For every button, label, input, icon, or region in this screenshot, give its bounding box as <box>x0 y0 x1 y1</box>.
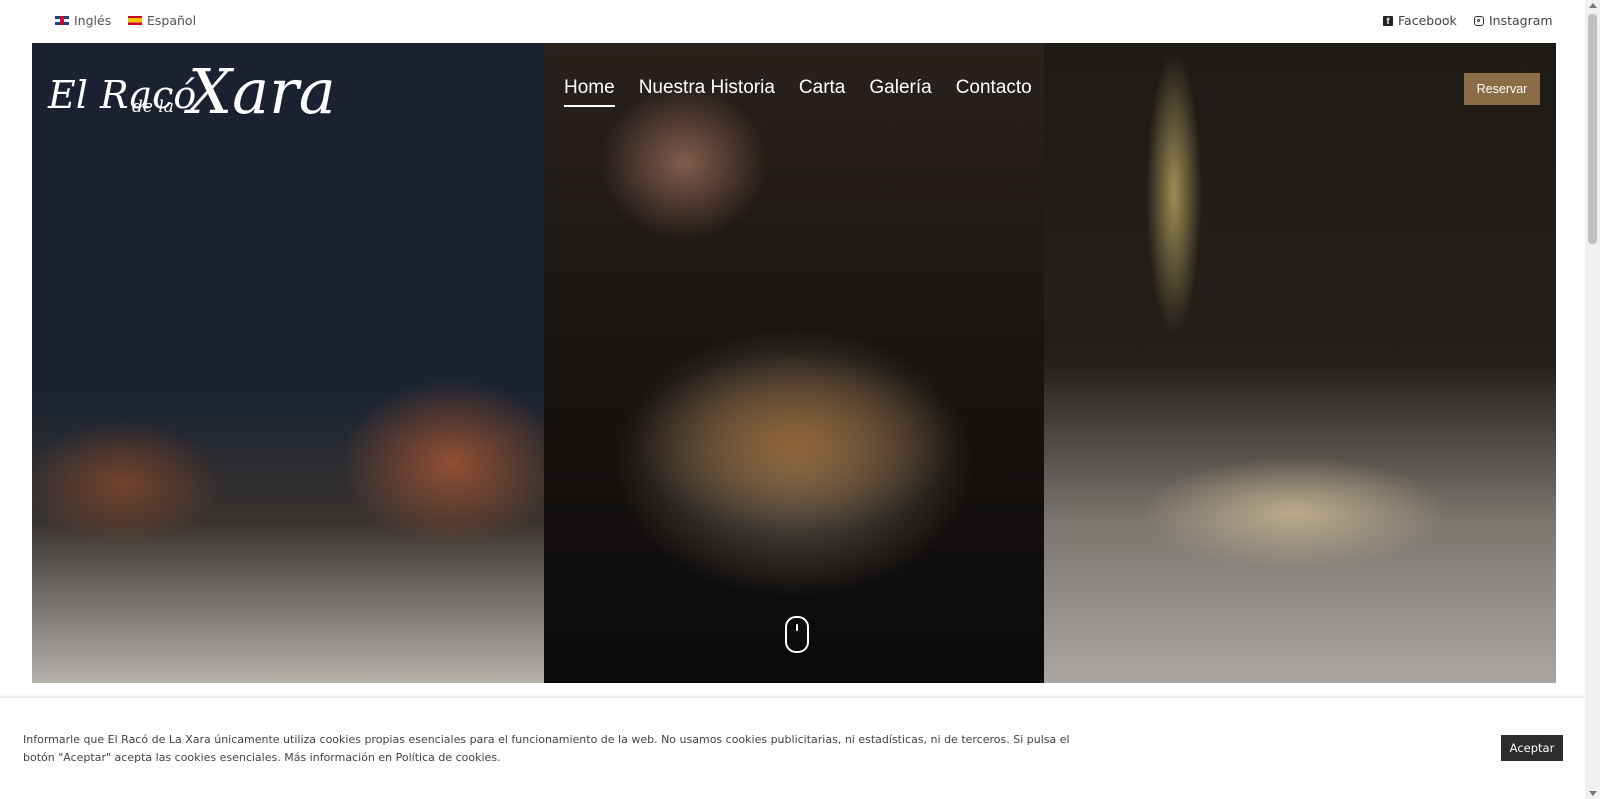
accept-cookies-button[interactable]: Aceptar <box>1501 735 1563 761</box>
reserve-button[interactable]: Reservar <box>1464 73 1540 105</box>
language-spanish-link[interactable]: Español <box>128 13 196 28</box>
scroll-up-arrow-icon[interactable] <box>1589 3 1597 8</box>
facebook-icon: f <box>1383 15 1393 26</box>
language-spanish-label: Español <box>147 13 197 28</box>
hero-image-sauce-pour <box>1044 43 1556 683</box>
hero-image-ham-carving <box>32 43 544 683</box>
instagram-icon <box>1474 15 1484 26</box>
nav-item-contacto[interactable]: Contacto <box>956 77 1032 107</box>
instagram-link[interactable]: Instagram <box>1474 13 1553 28</box>
logo-text-el-raco: El Racó <box>48 73 197 117</box>
hero-image-plated-dish <box>544 43 1044 683</box>
scroll-thumb[interactable] <box>1588 14 1597 244</box>
uk-flag-icon <box>55 16 69 25</box>
instagram-label: Instagram <box>1489 13 1553 28</box>
nav-item-home[interactable]: Home <box>564 77 615 107</box>
scroll-down-mouse-icon[interactable] <box>785 616 809 653</box>
spain-flag-icon <box>128 16 142 25</box>
top-bar: Inglés Español f Facebook Instagram <box>0 0 1585 42</box>
nav-item-nuestra-historia[interactable]: Nuestra Historia <box>639 77 775 107</box>
logo-text-de-la: de la <box>132 97 174 117</box>
page-scrollbar[interactable] <box>1585 0 1600 799</box>
language-english-label: Inglés <box>74 13 112 28</box>
cookie-banner: Informarle que El Racó de La Xara únicam… <box>0 698 1585 799</box>
nav-item-galeria[interactable]: Galería <box>869 77 931 107</box>
facebook-label: Facebook <box>1398 13 1457 28</box>
language-english-link[interactable]: Inglés <box>55 13 111 28</box>
cookie-notice-text: Informarle que El Racó de La Xara únicam… <box>23 733 1070 764</box>
scroll-down-arrow-icon[interactable] <box>1589 791 1597 796</box>
main-nav: Home Nuestra Historia Carta Galería Cont… <box>564 77 1032 107</box>
hero-banner: El Racó de la Xara Home Nuestra Historia… <box>32 43 1556 683</box>
logo-text-xara: Xara <box>188 55 336 128</box>
nav-item-carta[interactable]: Carta <box>799 77 845 107</box>
facebook-link[interactable]: f Facebook <box>1383 13 1457 28</box>
